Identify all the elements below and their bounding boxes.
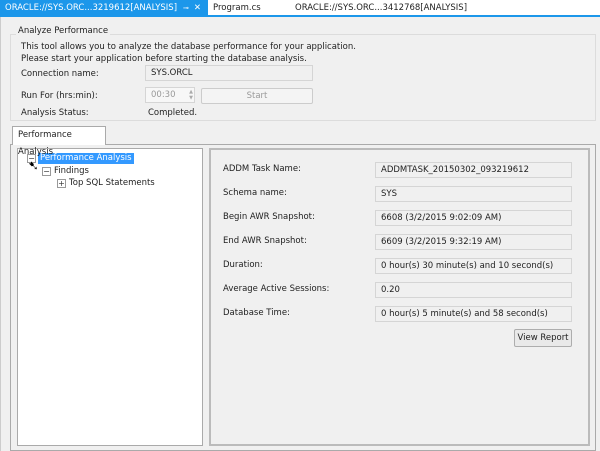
detail-label: ADDM Task Name: — [223, 164, 301, 174]
detail-value-field[interactable]: 6608 (3/2/2015 9:02:09 AM) — [375, 210, 572, 226]
expand-icon[interactable]: + — [57, 179, 66, 188]
detail-value-field[interactable]: 6609 (3/2/2015 9:32:19 AM) — [375, 234, 572, 250]
task-details-panel: ADDM Task Name: ADDMTASK_20150302_093219… — [209, 148, 590, 446]
detail-label: Schema name: — [223, 188, 287, 198]
findings-tree[interactable]: − Performance Analysis − Findings + Top … — [17, 148, 203, 446]
tree-node-findings[interactable]: Findings — [54, 166, 89, 176]
view-report-button[interactable]: View Report — [514, 329, 572, 347]
detail-label: Duration: — [223, 260, 263, 270]
detail-value-field[interactable]: ADDMTASK_20150302_093219612 — [375, 162, 572, 178]
description-line-1: This tool allows you to analyze the data… — [21, 42, 356, 52]
connection-label: Connection name: — [21, 69, 99, 79]
collapse-icon[interactable]: − — [42, 167, 51, 176]
spinner-arrows-icon[interactable]: ▲ ▼ — [189, 89, 193, 101]
tab-program-cs[interactable]: Program.cs — [208, 0, 266, 17]
detail-label: Database Time: — [223, 308, 290, 318]
status-label: Analysis Status: — [21, 108, 89, 118]
detail-value-field[interactable]: 0 hour(s) 5 minute(s) and 58 second(s) — [375, 306, 572, 322]
detail-label: Average Active Sessions: — [223, 284, 330, 294]
tab-analysis-1[interactable]: ORACLE://SYS.ORC...3219612[ANALYSIS] ⊸ ✕ — [0, 0, 208, 17]
detail-value-field[interactable]: 0 hour(s) 30 minute(s) and 10 second(s) — [375, 258, 572, 274]
run-for-label: Run For (hrs:min): — [21, 91, 98, 101]
group-title: Analyze Performance — [16, 26, 111, 36]
tab-performance-analysis[interactable]: Performance Analysis — [12, 126, 106, 157]
connection-name-field[interactable]: SYS.ORCL — [145, 65, 313, 81]
tree-node-top-sql[interactable]: Top SQL Statements — [69, 178, 155, 188]
detail-value-field[interactable]: 0.20 — [375, 282, 572, 298]
status-value: Completed. — [148, 108, 198, 118]
detail-value-field[interactable]: SYS — [375, 186, 572, 202]
document-tab-strip: ORACLE://SYS.ORC...3219612[ANALYSIS] ⊸ ✕ P… — [0, 0, 600, 17]
tab-analysis-2[interactable]: ORACLE://SYS.ORC...3412768[ANALYSIS] — [290, 0, 472, 17]
start-button[interactable]: Start — [201, 88, 313, 104]
close-icon[interactable]: ✕ — [194, 3, 201, 13]
detail-label: End AWR Snapshot: — [223, 236, 307, 246]
run-for-spinner[interactable]: 00:30 ▲ ▼ — [145, 87, 195, 103]
detail-label: Begin AWR Snapshot: — [223, 212, 315, 222]
mouse-cursor-icon: ➷ — [28, 159, 39, 174]
pin-icon[interactable]: ⊸ — [183, 4, 189, 12]
description-line-2: Please start your application before sta… — [21, 54, 307, 64]
